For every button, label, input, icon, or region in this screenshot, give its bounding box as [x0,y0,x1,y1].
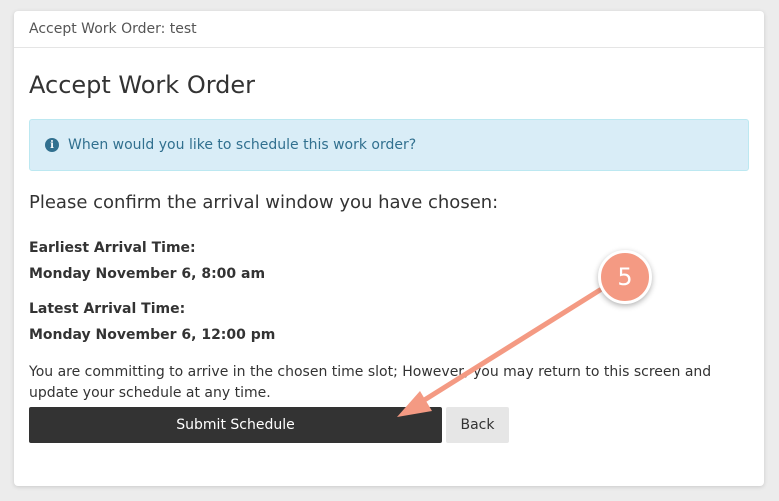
work-order-modal: Accept Work Order: test Accept Work Orde… [14,11,764,486]
info-alert: i When would you like to schedule this w… [29,119,749,171]
latest-arrival-label: Latest Arrival Time: [29,301,186,317]
modal-header: Accept Work Order: test [14,11,764,48]
modal-body: Accept Work Order i When would you like … [14,48,764,404]
modal-title: Accept Work Order: test [29,21,197,37]
submit-schedule-button[interactable]: Submit Schedule [29,407,442,443]
latest-arrival-value: Monday November 6, 12:00 pm [29,327,276,343]
back-button[interactable]: Back [446,407,509,443]
info-icon: i [45,138,59,152]
page-title: Accept Work Order [29,71,256,99]
step-number-badge: 5 [598,250,652,304]
confirm-heading: Please confirm the arrival window you ha… [29,192,499,213]
action-bar: Submit Schedule Back [29,407,509,443]
info-alert-text: When would you like to schedule this wor… [68,137,417,153]
commitment-text: You are committing to arrive in the chos… [29,364,712,401]
